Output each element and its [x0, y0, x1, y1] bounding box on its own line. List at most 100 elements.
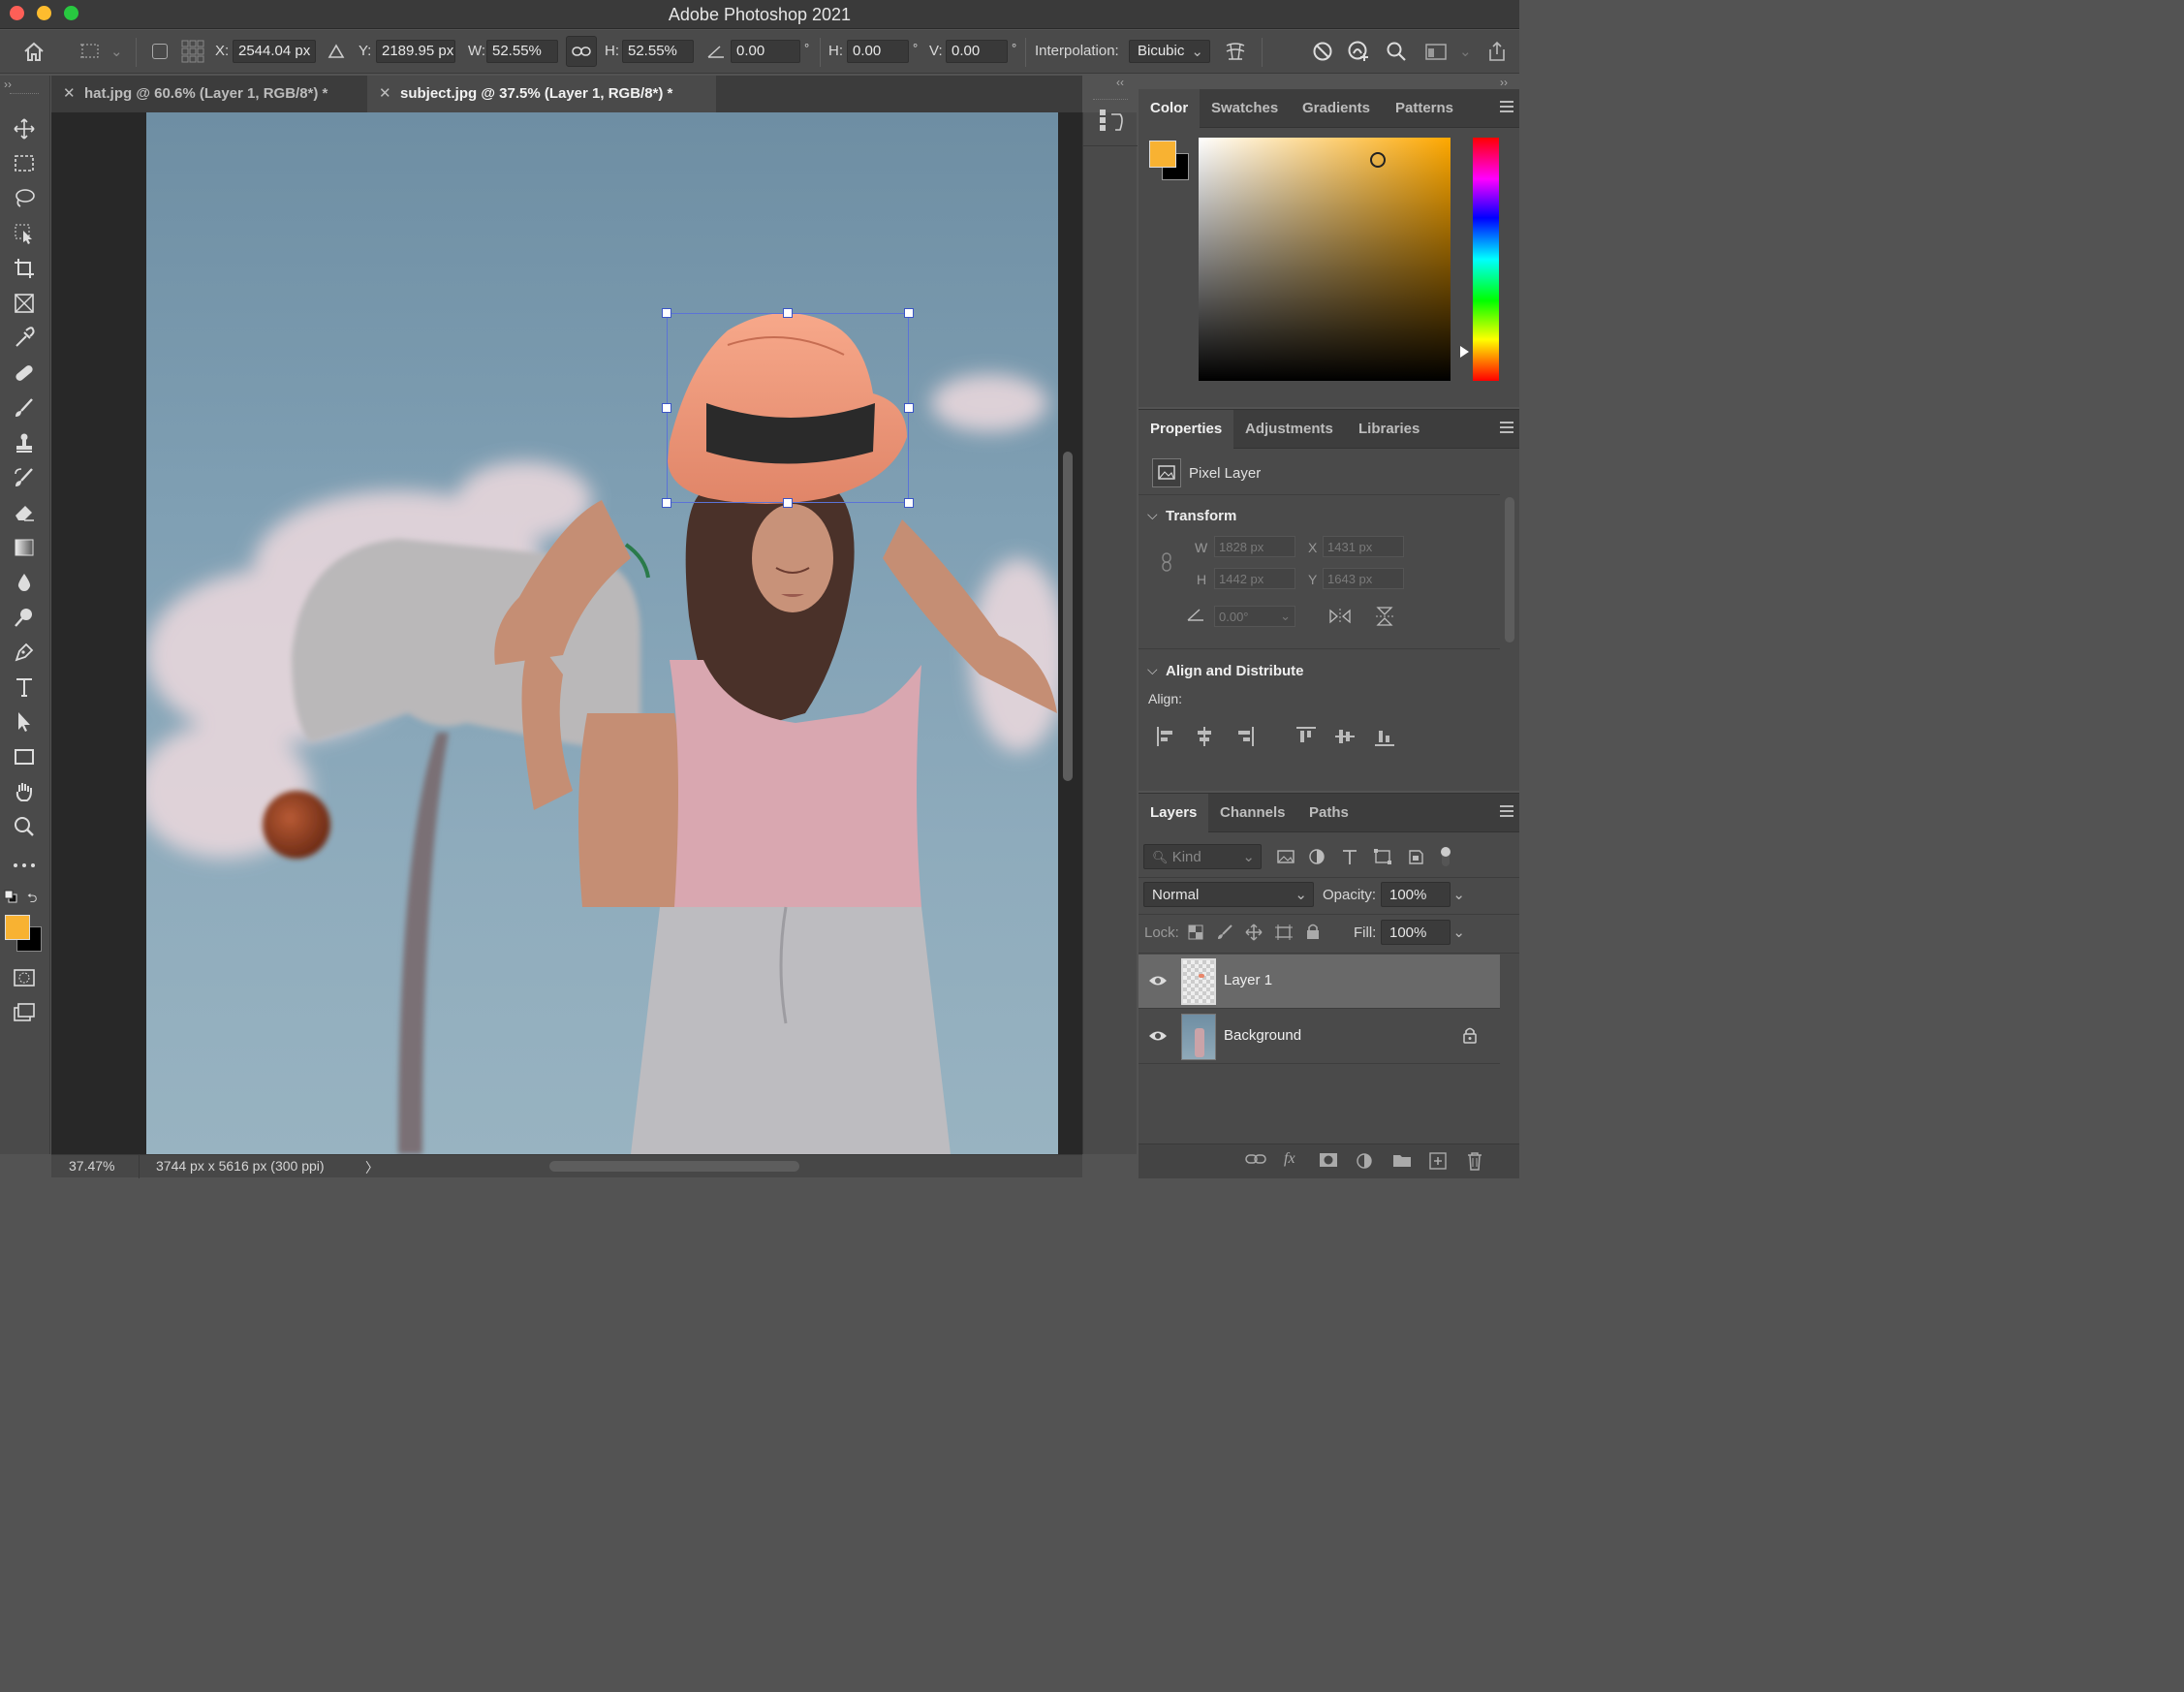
width-field[interactable]: 52.55%: [486, 40, 558, 63]
workspace-icon[interactable]: [1423, 39, 1449, 64]
lock-transparent-pixels-icon[interactable]: [1187, 924, 1204, 941]
relative-position-icon[interactable]: [324, 39, 349, 64]
link-dimensions-icon[interactable]: [1160, 551, 1173, 573]
eye-icon[interactable]: [1148, 974, 1168, 989]
link-icon[interactable]: [566, 36, 597, 67]
brush-tool-icon[interactable]: [10, 393, 39, 423]
screen-mode-icon[interactable]: [10, 998, 39, 1027]
tab-swatches[interactable]: Swatches: [1200, 89, 1290, 128]
canvas-area[interactable]: [51, 112, 1082, 1154]
properties-y-field[interactable]: 1643 px: [1323, 568, 1404, 589]
move-tool-icon[interactable]: [10, 114, 39, 143]
reference-point-grid-icon[interactable]: [180, 39, 205, 64]
x-position-field[interactable]: 2544.04 px: [233, 40, 316, 63]
foreground-color-swatch[interactable]: [1149, 141, 1176, 168]
search-icon[interactable]: [1384, 39, 1409, 64]
filter-pixel-icon[interactable]: [1276, 848, 1295, 865]
align-horizontal-centers-icon[interactable]: [1194, 726, 1215, 747]
properties-scrollbar[interactable]: [1505, 497, 1514, 642]
color-picker-cursor[interactable]: [1370, 152, 1386, 168]
lock-all-icon[interactable]: [1305, 923, 1321, 940]
marquee-tool-icon[interactable]: [10, 149, 39, 178]
new-adjustment-layer-icon[interactable]: [1356, 1152, 1373, 1170]
path-selection-tool-icon[interactable]: [10, 707, 39, 736]
link-layers-icon[interactable]: [1245, 1152, 1266, 1170]
color-panel-menu-icon[interactable]: [1500, 101, 1513, 112]
lock-position-icon[interactable]: [1245, 924, 1263, 941]
properties-angle-field[interactable]: 0.00° ⌄: [1214, 606, 1295, 627]
rotate-angle-field[interactable]: 0.00: [731, 40, 800, 63]
rectangle-tool-icon[interactable]: [10, 742, 39, 771]
transform-handle[interactable]: [662, 403, 671, 413]
swap-colors-icon[interactable]: ⮌: [27, 890, 41, 905]
transform-handle[interactable]: [662, 498, 671, 508]
transform-handle[interactable]: [904, 498, 914, 508]
tab-gradients[interactable]: Gradients: [1291, 89, 1382, 128]
fill-field[interactable]: 100% ⌄: [1381, 920, 1465, 945]
tab-libraries[interactable]: Libraries: [1347, 410, 1431, 449]
tab-hat-jpg[interactable]: ✕ hat.jpg @ 60.6% (Layer 1, RGB/8*) *: [51, 76, 367, 112]
transform-handle[interactable]: [904, 308, 914, 318]
layer-row-layer-1[interactable]: Layer 1: [1139, 955, 1500, 1009]
reference-point-checkbox[interactable]: [147, 39, 172, 64]
properties-x-field[interactable]: 1431 px: [1323, 536, 1404, 557]
tab-properties[interactable]: Properties: [1139, 410, 1234, 449]
tab-patterns[interactable]: Patterns: [1384, 89, 1465, 128]
filter-adjustment-icon[interactable]: [1307, 848, 1326, 865]
align-top-edges-icon[interactable]: [1295, 726, 1317, 747]
chevron-down-icon[interactable]: ⌵: [1147, 662, 1158, 678]
crop-tool-icon[interactable]: [10, 254, 39, 283]
layer-name[interactable]: Background: [1224, 1027, 1301, 1044]
new-group-icon[interactable]: [1392, 1152, 1412, 1170]
cancel-transform-icon[interactable]: [1310, 39, 1335, 64]
tab-color[interactable]: Color: [1139, 89, 1201, 128]
filter-shape-icon[interactable]: [1373, 848, 1392, 865]
collapse-panels-icon[interactable]: ››: [1500, 76, 1508, 89]
hue-slider[interactable]: [1473, 138, 1499, 381]
clone-stamp-tool-icon[interactable]: [10, 428, 39, 457]
align-vertical-centers-icon[interactable]: [1334, 726, 1356, 747]
align-bottom-edges-icon[interactable]: [1374, 726, 1395, 747]
layer-filter-kind[interactable]: 🔍︎ Kind ⌄: [1143, 844, 1262, 869]
close-tab-icon[interactable]: ✕: [63, 84, 76, 102]
frame-tool-icon[interactable]: [10, 289, 39, 318]
align-right-edges-icon[interactable]: [1233, 726, 1255, 747]
blur-tool-icon[interactable]: [10, 568, 39, 597]
filter-toggle-icon[interactable]: [1439, 845, 1452, 868]
status-menu-arrow[interactable]: 〉: [365, 1158, 379, 1177]
filter-smart-object-icon[interactable]: [1406, 848, 1425, 865]
commit-transform-icon[interactable]: [1346, 39, 1371, 64]
layer-row-background[interactable]: Background: [1139, 1010, 1500, 1064]
healing-brush-tool-icon[interactable]: [10, 359, 39, 388]
align-section-title[interactable]: Align and Distribute: [1166, 663, 1304, 679]
transform-handle[interactable]: [662, 308, 671, 318]
opacity-field[interactable]: 100% ⌄: [1381, 882, 1465, 907]
y-position-field[interactable]: 2189.95 px: [376, 40, 455, 63]
color-saturation-field[interactable]: [1199, 138, 1451, 381]
eye-icon[interactable]: [1148, 1029, 1168, 1045]
flip-vertical-icon[interactable]: [1375, 606, 1394, 627]
interpolation-select[interactable]: Bicubic ⌄: [1129, 40, 1210, 63]
history-panel-icon[interactable]: [1097, 107, 1126, 140]
hand-tool-icon[interactable]: [10, 777, 39, 806]
height-field[interactable]: 52.55%: [622, 40, 694, 63]
lock-image-pixels-icon[interactable]: [1216, 924, 1233, 941]
canvas-horizontal-scrollbar[interactable]: [549, 1161, 799, 1172]
tab-channels[interactable]: Channels: [1208, 794, 1297, 832]
tab-subject-jpg[interactable]: ✕ subject.jpg @ 37.5% (Layer 1, RGB/8*) …: [367, 76, 716, 112]
foreground-color-swatch[interactable]: [5, 915, 30, 940]
quick-mask-icon[interactable]: [10, 963, 39, 992]
delete-layer-icon[interactable]: [1466, 1151, 1483, 1171]
document-info[interactable]: 3744 px x 5616 px (300 ppi): [156, 1158, 325, 1174]
layers-panel-menu-icon[interactable]: [1500, 805, 1513, 817]
blend-mode-select[interactable]: Normal ⌄: [1143, 882, 1314, 907]
pen-tool-icon[interactable]: [10, 638, 39, 667]
transform-tool-icon[interactable]: [78, 39, 103, 64]
collapse-dock-icon[interactable]: ‹‹: [1116, 76, 1124, 89]
home-icon[interactable]: [21, 39, 47, 64]
share-icon[interactable]: [1484, 39, 1510, 64]
document-image[interactable]: [146, 112, 1058, 1154]
h-skew-field[interactable]: 0.00: [847, 40, 909, 63]
v-skew-field[interactable]: 0.00: [946, 40, 1008, 63]
tab-adjustments[interactable]: Adjustments: [1233, 410, 1345, 449]
